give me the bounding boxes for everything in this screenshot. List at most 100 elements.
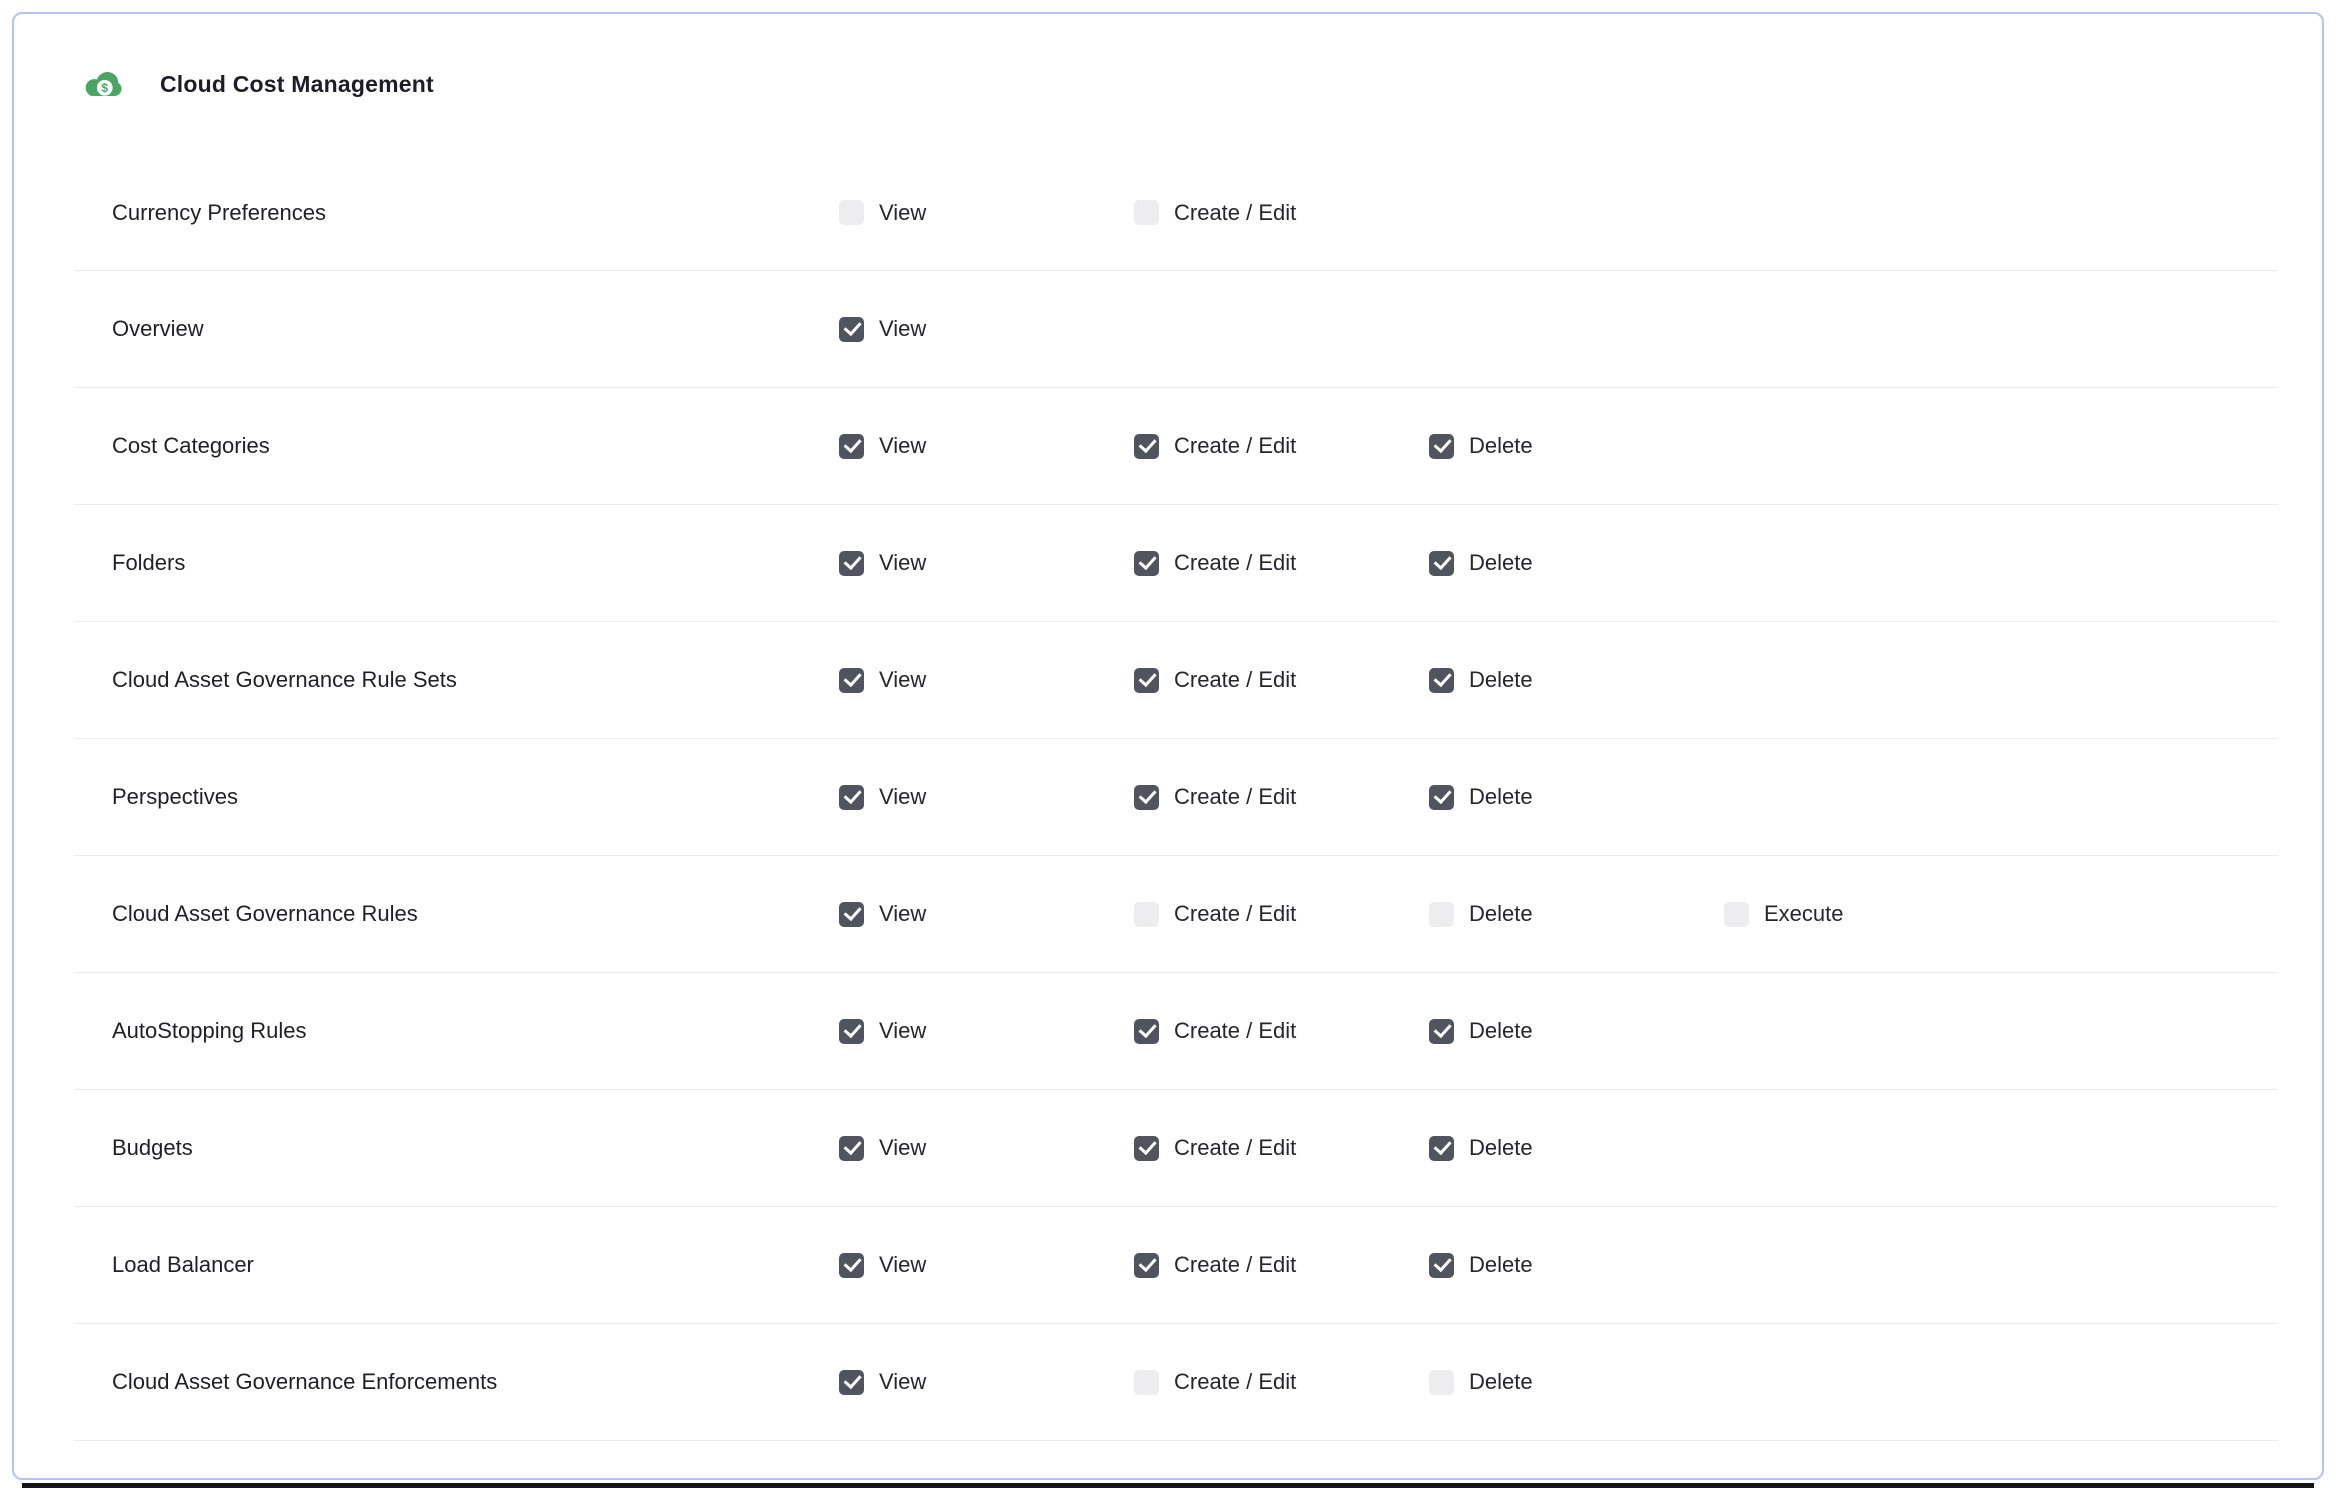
view-checkbox[interactable]	[839, 551, 864, 576]
permission-cell: View	[839, 1018, 1134, 1044]
permission-label: Create / Edit	[1174, 784, 1296, 810]
row-label: Cloud Asset Governance Rules	[74, 901, 839, 927]
permission-cell: Delete	[1429, 901, 1724, 927]
permission-cell: Delete	[1429, 550, 1724, 576]
delete-checkbox[interactable]	[1429, 668, 1454, 693]
delete-checkbox[interactable]	[1429, 1136, 1454, 1161]
view-checkbox[interactable]	[839, 1019, 864, 1044]
permission-label: View	[879, 901, 926, 927]
cloud-dollar-icon: $	[80, 60, 128, 108]
create-edit-checkbox[interactable]	[1134, 902, 1159, 927]
row-cells: View Create / Edit	[839, 200, 2278, 226]
permission-label: Delete	[1469, 1252, 1533, 1278]
row-label: Cost Categories	[74, 433, 839, 459]
view-checkbox[interactable]	[839, 902, 864, 927]
permission-label: Delete	[1469, 433, 1533, 459]
permission-label: View	[879, 667, 926, 693]
row-label: Overview	[74, 316, 839, 342]
permission-label: Delete	[1469, 550, 1533, 576]
create-edit-checkbox[interactable]	[1134, 551, 1159, 576]
permission-cell: Create / Edit	[1134, 433, 1429, 459]
permissions-table: Currency Preferences ViewCreate / Edit O…	[74, 154, 2278, 1441]
permission-label: Delete	[1469, 784, 1533, 810]
row-label: Cloud Asset Governance Rule Sets	[74, 667, 839, 693]
permission-cell: Create / Edit	[1134, 1252, 1429, 1278]
permission-label: Create / Edit	[1174, 550, 1296, 576]
permission-cell: Create / Edit	[1134, 667, 1429, 693]
bottom-divider	[22, 1483, 2314, 1488]
row-cells: View Create / Edit Delete	[839, 1252, 2278, 1278]
permission-label: View	[879, 1018, 926, 1044]
permission-cell: Create / Edit	[1134, 784, 1429, 810]
permission-cell: Delete	[1429, 1135, 1724, 1161]
create-edit-checkbox[interactable]	[1134, 434, 1159, 459]
delete-checkbox[interactable]	[1429, 1019, 1454, 1044]
permission-cell: View	[839, 784, 1134, 810]
panel-header: $ Cloud Cost Management	[14, 14, 2322, 154]
delete-checkbox[interactable]	[1429, 1370, 1454, 1395]
table-row: Budgets View Create / Edit Delete	[74, 1090, 2278, 1207]
table-row: Overview View	[74, 271, 2278, 388]
permission-label: Create / Edit	[1174, 667, 1296, 693]
view-checkbox[interactable]	[839, 785, 864, 810]
permission-label: Create / Edit	[1174, 200, 1296, 226]
permission-label: Create / Edit	[1174, 1252, 1296, 1278]
permission-label: Delete	[1469, 1018, 1533, 1044]
cloud-cost-management-panel: $ Cloud Cost Management Currency Prefere…	[12, 12, 2324, 1480]
create-edit-checkbox[interactable]	[1134, 200, 1159, 225]
create-edit-checkbox[interactable]	[1134, 1253, 1159, 1278]
row-cells: View	[839, 316, 2278, 342]
table-row: AutoStopping Rules ViewCreate / EditDele…	[74, 973, 2278, 1090]
create-edit-checkbox[interactable]	[1134, 785, 1159, 810]
svg-text:$: $	[101, 81, 108, 95]
view-checkbox[interactable]	[839, 200, 864, 225]
permission-cell: View	[839, 1252, 1134, 1278]
view-checkbox[interactable]	[839, 1370, 864, 1395]
view-checkbox[interactable]	[839, 668, 864, 693]
permission-cell: View	[839, 433, 1134, 459]
permission-label: Delete	[1469, 667, 1533, 693]
permission-cell: View	[839, 200, 1134, 226]
delete-checkbox[interactable]	[1429, 902, 1454, 927]
permission-cell: Execute	[1724, 901, 2019, 927]
permission-cell: Create / Edit	[1134, 1369, 1429, 1395]
row-cells: View Create / Edit Delete	[839, 1135, 2278, 1161]
permission-label: Delete	[1469, 901, 1533, 927]
table-row: Cloud Asset Governance Enforcements View…	[74, 1324, 2278, 1441]
permission-label: Create / Edit	[1174, 433, 1296, 459]
table-row: Cloud Asset Governance Rule Sets View Cre…	[74, 622, 2278, 739]
view-checkbox[interactable]	[839, 1253, 864, 1278]
create-edit-checkbox[interactable]	[1134, 1370, 1159, 1395]
row-cells: View Create / Edit Delete	[839, 667, 2278, 693]
delete-checkbox[interactable]	[1429, 434, 1454, 459]
delete-checkbox[interactable]	[1429, 551, 1454, 576]
row-cells: View Create / Edit Delete	[839, 433, 2278, 459]
permission-label: Delete	[1469, 1135, 1533, 1161]
permission-label: Create / Edit	[1174, 1135, 1296, 1161]
permission-label: View	[879, 1369, 926, 1395]
view-checkbox[interactable]	[839, 317, 864, 342]
permission-label: View	[879, 1252, 926, 1278]
row-cells: ViewCreate / EditDelete	[839, 1018, 2278, 1044]
create-edit-checkbox[interactable]	[1134, 1136, 1159, 1161]
delete-checkbox[interactable]	[1429, 785, 1454, 810]
execute-checkbox[interactable]	[1724, 902, 1749, 927]
permission-cell: Delete	[1429, 1369, 1724, 1395]
permission-cell: View	[839, 901, 1134, 927]
view-checkbox[interactable]	[839, 1136, 864, 1161]
view-checkbox[interactable]	[839, 434, 864, 459]
row-cells: View Create / Edit Delete	[839, 784, 2278, 810]
delete-checkbox[interactable]	[1429, 1253, 1454, 1278]
permission-label: Create / Edit	[1174, 1369, 1296, 1395]
row-label: Load Balancer	[74, 1252, 839, 1278]
table-row: Load Balancer View Create / Edit Delete	[74, 1207, 2278, 1324]
permission-cell: Delete	[1429, 1252, 1724, 1278]
create-edit-checkbox[interactable]	[1134, 668, 1159, 693]
table-row: Cloud Asset Governance Rules ViewCreate …	[74, 856, 2278, 973]
create-edit-checkbox[interactable]	[1134, 1019, 1159, 1044]
row-label: Budgets	[74, 1135, 839, 1161]
row-cells: View Create / Edit Delete	[839, 1369, 2278, 1395]
permission-cell: View	[839, 1135, 1134, 1161]
permission-cell: Delete	[1429, 667, 1724, 693]
permission-cell: Delete	[1429, 784, 1724, 810]
